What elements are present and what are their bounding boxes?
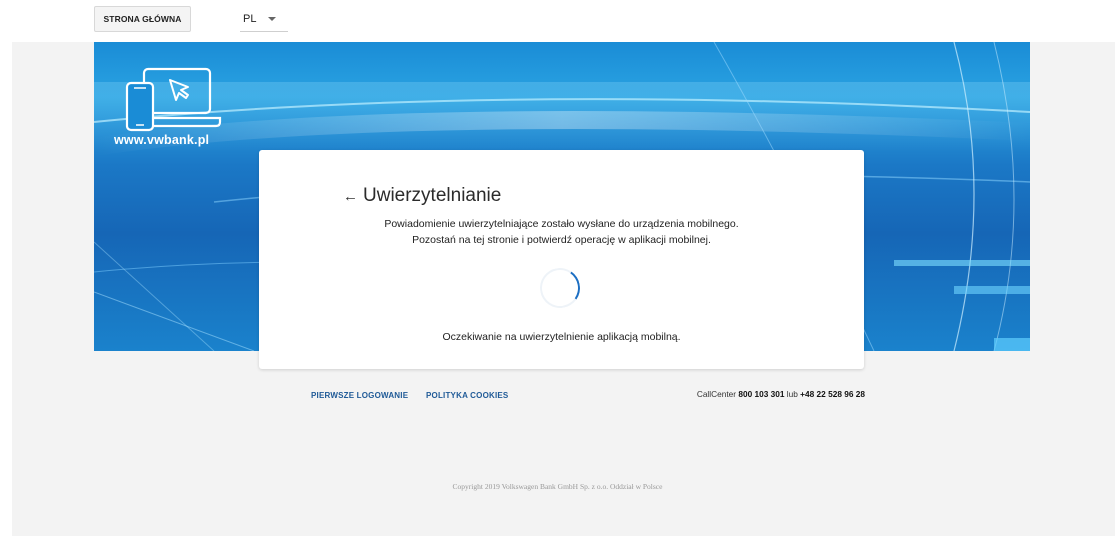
notification-message-line1: Powiadomienie uwierzytelniające zostało … — [384, 218, 739, 230]
waiting-message: Oczekiwanie na uwierzytelnienie aplikacj… — [442, 331, 681, 343]
notification-message-line2: Pozostań na tej stronie i potwierdź oper… — [412, 234, 711, 246]
language-select[interactable]: PL — [240, 6, 288, 32]
arrow-left-icon[interactable]: ← — [343, 188, 358, 205]
loading-spinner-icon — [536, 264, 584, 312]
device-logo-icon — [125, 67, 222, 132]
chevron-down-icon — [268, 16, 277, 21]
home-button[interactable]: STRONA GŁÓWNA — [94, 6, 191, 32]
callcenter-label: CallCenter — [696, 389, 739, 399]
callcenter-or: lub — [784, 389, 801, 399]
bank-url-label: www.vwbank.pl — [114, 133, 210, 147]
language-value: PL — [243, 12, 257, 25]
auth-title-text: Uwierzytelnianie — [363, 185, 502, 206]
auth-title: ← Uwierzytelnianie — [343, 185, 501, 207]
copyright-text: Copyright 2019 Volkswagen Bank GmbH Sp. … — [452, 482, 663, 491]
first-login-link[interactable]: PIERWSZE LOGOWANIE — [311, 391, 408, 400]
top-bar: STRONA GŁÓWNA PL — [0, 0, 1115, 42]
callcenter-number-2[interactable]: +48 22 528 96 28 — [800, 389, 865, 399]
callcenter-info: CallCenter 800 103 301 lub +48 22 528 96… — [640, 389, 865, 399]
cookies-policy-link[interactable]: POLITYKA COOKIES — [426, 391, 508, 400]
auth-card: ← Uwierzytelnianie Powiadomienie uwierzy… — [259, 150, 864, 369]
callcenter-number-1[interactable]: 800 103 301 — [738, 389, 784, 399]
